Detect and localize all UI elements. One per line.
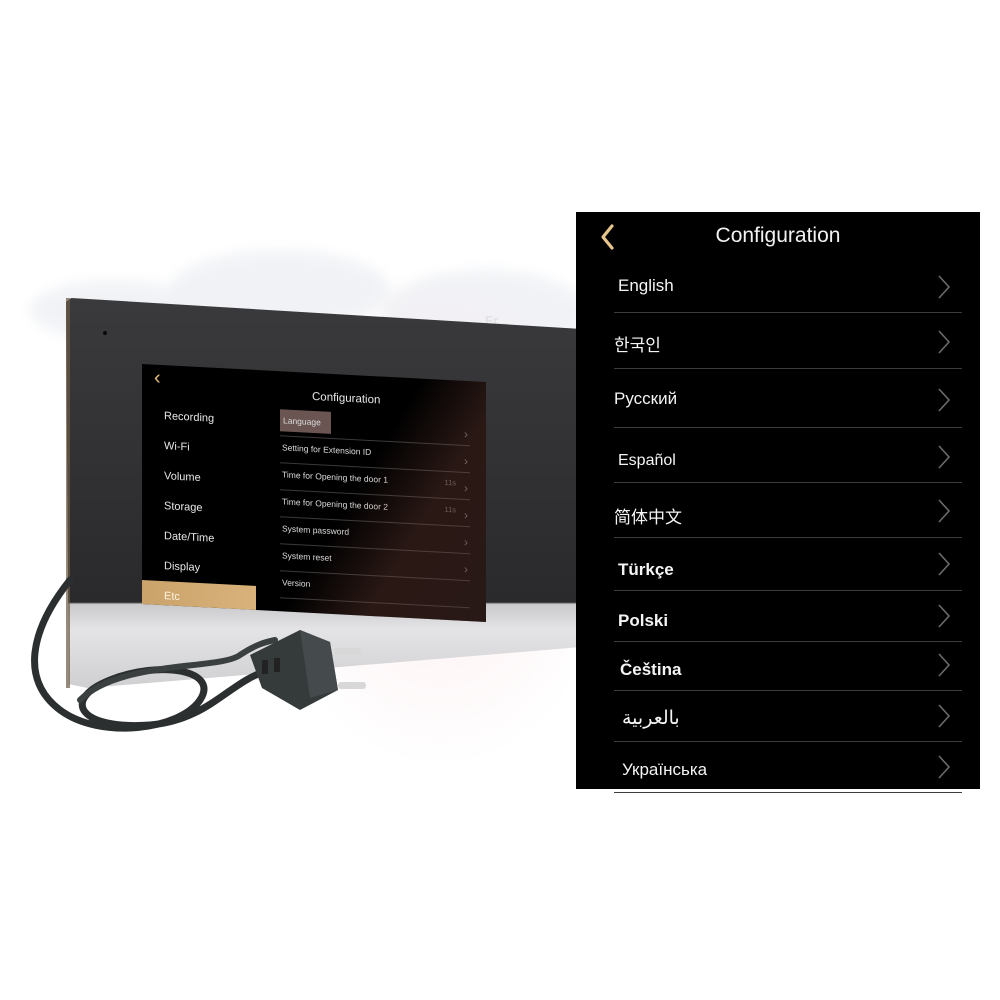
language-item-arabic[interactable]: بالعربية	[614, 691, 962, 742]
setting-label: System password	[282, 523, 350, 537]
chevron-right-icon: ›	[464, 453, 468, 469]
page-title: Configuration	[715, 224, 841, 247]
chevron-right-icon	[938, 604, 951, 628]
chevron-right-icon: ›	[464, 426, 468, 442]
language-item-spanish[interactable]: Español	[614, 428, 962, 483]
setting-value: 11s	[444, 504, 456, 515]
language-list: English 한국인 Русский Español 简体中文 Türkçe …	[614, 262, 962, 793]
chevron-right-icon: ›	[464, 561, 468, 577]
chevron-left-icon: ‹	[154, 366, 161, 389]
chevron-right-icon: ›	[464, 507, 468, 523]
language-label: بالعربية	[622, 708, 680, 729]
setting-label: Language	[280, 409, 331, 434]
chevron-right-icon	[938, 704, 951, 728]
setting-value: 11s	[444, 477, 456, 488]
chevron-right-icon	[938, 552, 951, 576]
language-item-simplified-chinese[interactable]: 简体中文	[614, 483, 962, 538]
chevron-right-icon: ›	[464, 480, 468, 496]
language-item-ukrainian[interactable]: Українська	[614, 742, 962, 793]
device-back-button[interactable]: ‹	[154, 366, 161, 389]
chevron-right-icon	[938, 330, 951, 354]
setting-label: Time for Opening the door 2	[282, 496, 388, 512]
chevron-right-icon	[938, 445, 951, 469]
language-label: Español	[618, 452, 676, 469]
language-item-english[interactable]: English	[614, 262, 962, 313]
setting-label: Time for Opening the door 1	[282, 469, 388, 485]
language-item-polish[interactable]: Polski	[614, 591, 962, 642]
language-item-russian[interactable]: Русский	[614, 369, 962, 428]
chevron-right-icon	[938, 499, 951, 523]
chevron-right-icon: ›	[464, 534, 468, 550]
cable-loop	[31, 576, 274, 732]
chevron-right-icon	[938, 388, 951, 412]
language-label: English	[618, 276, 674, 295]
chevron-right-icon	[938, 755, 951, 779]
chevron-right-icon	[938, 653, 951, 677]
language-label: 한국인	[614, 336, 661, 355]
language-label: Čeština	[620, 660, 682, 679]
camera-lens-icon	[103, 331, 107, 335]
power-cable-with-plug	[31, 576, 366, 732]
language-label: Polski	[618, 611, 669, 630]
language-label: 简体中文	[614, 508, 682, 527]
language-label: Русский	[614, 389, 678, 408]
language-item-czech[interactable]: Čeština	[614, 642, 962, 691]
language-item-turkish[interactable]: Türkçe	[614, 538, 962, 591]
setting-label: Setting for Extension ID	[282, 442, 372, 458]
chevron-right-icon	[938, 275, 951, 299]
language-item-korean[interactable]: 한국인	[614, 313, 962, 369]
device-screen-title: Configuration	[312, 390, 381, 407]
language-label: Українська	[622, 760, 708, 779]
language-label: Türkçe	[618, 560, 674, 579]
language-configuration-panel: Configuration English 한국인 Русский Españo…	[576, 212, 980, 793]
